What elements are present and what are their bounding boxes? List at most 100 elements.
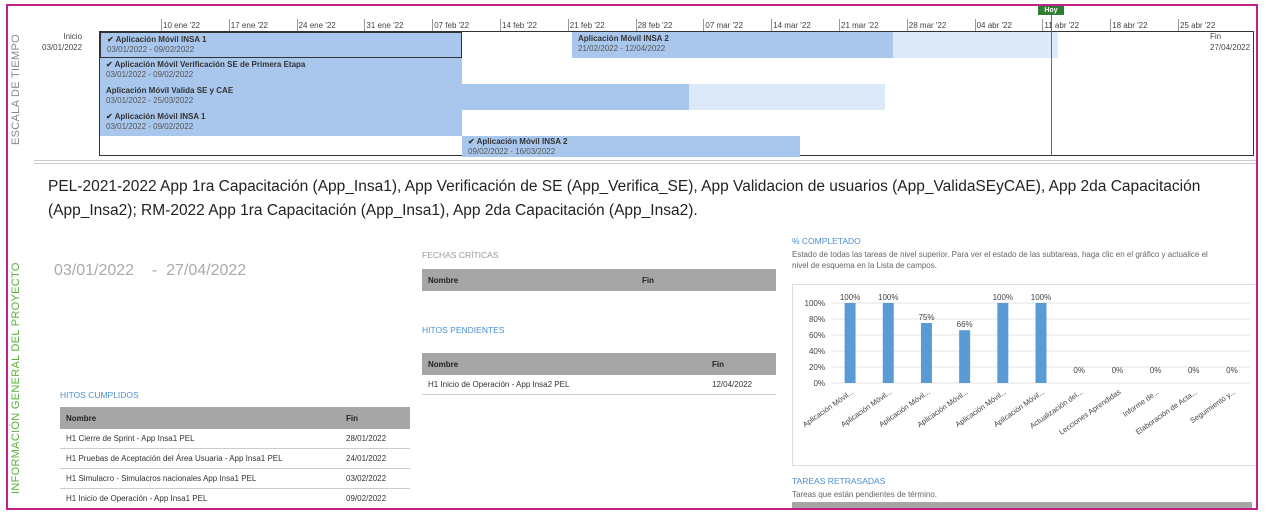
y-tick-label: 40% [809,347,825,356]
tareas-retrasadas-title: TAREAS RETRASADAS [792,476,886,486]
range-end-date: 27/04/2022 [166,262,247,279]
chart-bar [1035,303,1047,383]
table-header-row: Nombre Fin [422,353,776,375]
column-header-fin[interactable]: Fin [972,502,1050,508]
cell-fin: 03/02/2022 [340,468,410,489]
data-label: 0% [1112,366,1124,375]
timeline-date-label: 18 abr '22 [1112,21,1148,30]
cell-fin: 28/01/2022 [340,429,410,449]
cell-nombre: H1 Cierre de Sprint - App Insa1 PEL [60,429,340,449]
timeline-date-label: 07 mar '22 [705,21,743,30]
cell-nombre: H1 Inicio de Operación - App Insa2 PEL [422,375,706,395]
timeline-task-remaining [893,32,1058,58]
timeline-tick [228,19,230,31]
timeline-tick [906,19,908,31]
timeline-date-label: 25 abr '22 [1180,21,1216,30]
task-dates: 03/01/2022 - 09/02/2022 [106,122,194,131]
column-header-nombre[interactable]: Nombre [422,353,706,375]
y-tick-label: 100% [805,299,825,308]
data-label: 0% [1188,366,1200,375]
fechas-criticas-table: Nombre Fin [422,269,776,291]
data-label: 66% [957,320,973,329]
timeline-tick [771,19,773,31]
timeline-task-bar[interactable]: Aplicación Móvil INSA 2 21/02/2022 - 12/… [572,32,893,58]
data-label: 75% [918,313,934,322]
cell-nombre: H1 Pruebas de Aceptación del Área Usuari… [60,448,340,469]
column-header-nombre[interactable]: Nombre [60,407,340,429]
timeline-task-bar[interactable]: ✔ Aplicación Móvil INSA 2 09/02/2022 - 1… [462,136,800,157]
timeline-tick [635,19,637,31]
column-header-fin[interactable]: Fin [706,353,776,375]
info-section-label: INFORMACIÓN GENERAL DEL PROYECTO [10,262,22,494]
table-row[interactable]: H1 Simulacro - Simulacros nacionales App… [60,468,410,489]
table-row[interactable]: H1 Pruebas de Aceptación del Área Usuari… [60,448,410,469]
timeline-date-label: 28 feb '22 [637,21,673,30]
timeline-tick [839,19,840,31]
timeline-tick [1042,19,1044,31]
timeline-date-label: 21 feb '22 [569,21,605,30]
today-marker: Hoy [1038,6,1064,15]
table-row[interactable]: H1 Cierre de Sprint - App Insa1 PEL 28/01… [60,429,410,449]
completado-chart-svg[interactable]: 100%80%60%40%20%0%100%Aplicación Móvil..… [793,285,1258,465]
hitos-pendientes-title: HITOS PENDIENTES [422,325,505,335]
section-divider [34,160,1256,164]
timeline-canvas[interactable]: ✔ Aplicación Móvil INSA 1 03/01/2022 - 0… [99,31,1254,157]
chart-bar [959,330,971,383]
table-row[interactable]: H1 Inicio de Operación - App Insa1 PEL 09… [60,488,410,508]
timeline-task-bar[interactable]: Aplicación Móvil Valida SE y CAE 03/01/2… [100,84,689,110]
timeline-date-label: 04 abr '22 [976,21,1012,30]
column-header-nombres-de[interactable]: Nombres de [1188,502,1252,508]
timeline-tick [703,19,705,31]
cell-nombre: H1 Inicio de Operación - App Insa1 PEL [60,488,340,508]
task-title: ✔ Aplicación Móvil Verificación SE de Pr… [106,60,306,69]
table-header-row: Nombre Comienzo Fin Duración % Nombres d… [792,502,1252,508]
data-label: 0% [1150,366,1162,375]
column-header-porcentaje[interactable]: % [1122,502,1188,508]
timeline-tick [500,19,501,31]
column-header-comienzo[interactable]: Comienzo [894,502,972,508]
completado-description: Estado de todas las tareas de nivel supe… [792,250,1208,270]
chart-bar [920,323,932,383]
table-header-row: Nombre Fin [422,269,776,291]
timeline-tick [161,19,162,31]
chart-bar [882,303,894,383]
table-row[interactable]: H1 Inicio de Operación - App Insa2 PEL 1… [422,375,776,395]
timeline-task-bar[interactable]: ✔ Aplicación Móvil Verificación SE de Pr… [100,58,462,84]
project-title: PEL-2021-2022 App 1ra Capacitación (App_… [48,178,1201,219]
cell-fin: 24/01/2022 [340,448,410,469]
tareas-retrasadas-description: Tareas que están pendientes de término. [792,490,937,499]
range-separator: - [151,262,158,279]
timeline-date-label: 21 mar '22 [841,21,879,30]
chart-bar [844,303,856,383]
column-header-duracion[interactable]: Duración [1050,502,1122,508]
timeline-date-label: 11 abr '22 [1044,21,1080,30]
project-report-frame: ESCALA DE TIEMPO INFORMACIÓN GENERAL DEL… [6,4,1258,510]
today-line [1051,15,1052,156]
cell-nombre: H1 Simulacro - Simulacros nacionales App… [60,468,340,489]
table-header-row: Nombre Fin [60,407,410,429]
timeline-tick [1178,19,1179,31]
column-header-nombre[interactable]: Nombre [422,269,636,291]
timeline-date-label: 07 feb '22 [434,21,470,30]
timeline-date-label: 14 mar '22 [773,21,811,30]
hitos-cumplidos-title: HITOS CUMPLIDOS [60,390,139,400]
data-label: 100% [1031,293,1051,302]
task-title: ✔ Aplicación Móvil INSA 1 [106,112,206,121]
timeline-tick [364,19,366,31]
timeline-task-bar[interactable]: ✔ Aplicación Móvil INSA 1 03/01/2022 - 0… [100,32,462,58]
timeline-task-bar[interactable]: ✔ Aplicación Móvil INSA 1 03/01/2022 - 0… [100,110,462,136]
completado-chart[interactable]: 100% 80% 60% 40% 20% 0% 100% Aplicación Móvil..… [792,284,1258,466]
task-title: ✔ Aplicación Móvil INSA 1 [107,35,207,44]
timeline-start-date: 03/01/2022 [42,43,83,52]
task-dates: 03/01/2022 - 09/02/2022 [106,70,194,79]
chart-bar [997,303,1009,383]
timeline-tick [1110,19,1112,31]
range-start-date: 03/01/2022 [54,262,135,279]
column-header-nombre[interactable]: Nombre [792,502,894,508]
timeline-date-label: 24 ene '22 [298,21,336,30]
y-tick-label: 60% [809,331,825,340]
column-header-fin[interactable]: Fin [636,269,776,291]
cell-fin: 12/04/2022 [706,375,776,395]
timeline-date-label: 14 feb '22 [502,21,537,30]
column-header-fin[interactable]: Fin [340,407,410,429]
